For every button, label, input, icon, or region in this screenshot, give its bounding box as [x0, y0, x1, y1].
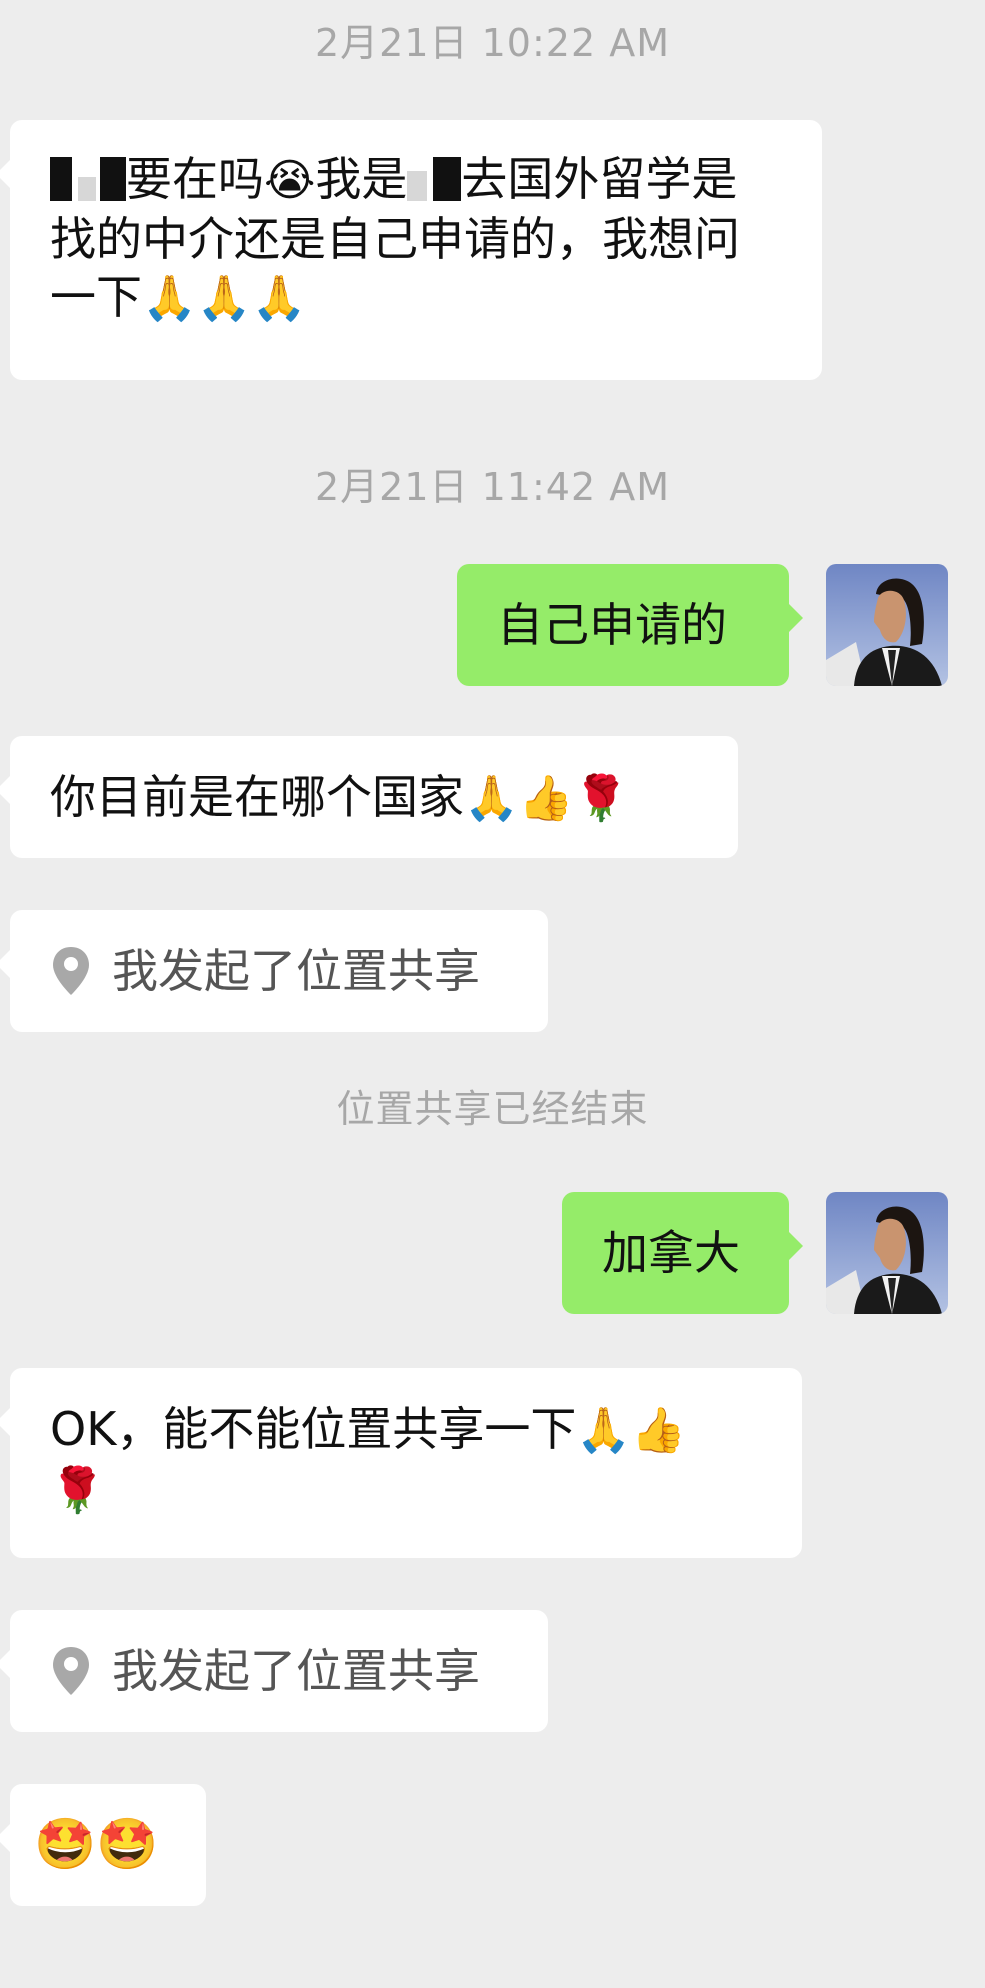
location-share-text: 我发起了位置共享: [112, 944, 480, 998]
avatar-image: [826, 564, 948, 686]
redacted-name: [78, 177, 96, 201]
message-text-segment: 要在吗: [126, 152, 264, 206]
message-bubble-incoming[interactable]: 要在吗😭我是 去国外留学是找的中介还是自己申请的，我想问一下🙏🙏🙏: [0, 120, 822, 380]
message-text: 自己申请的: [497, 598, 727, 652]
emoji: 😭: [264, 155, 316, 206]
message-bubble-outgoing[interactable]: 自己申请的: [457, 564, 803, 686]
timestamp: 2月21日 11:42 AM: [315, 465, 670, 509]
chat-thread[interactable]: 2月21日 10:22 AM 要在吗😭我是 去国外留学是找的中介还是自己申请的，我…: [0, 0, 985, 1988]
message-text-segment: 我是: [315, 152, 408, 206]
timestamp: 2月21日 10:22 AM: [315, 21, 670, 65]
message-bubble-incoming[interactable]: OK，能不能位置共享一下🙏👍 🌹: [0, 1368, 802, 1558]
message-text: 你目前是在哪个国家: [50, 770, 464, 824]
message-bubble-incoming[interactable]: 你目前是在哪个国家🙏👍🌹: [0, 736, 738, 858]
redacted-name: [100, 157, 126, 201]
redacted-name: [50, 157, 72, 201]
emoji: 🙏🙏🙏: [142, 273, 307, 324]
emoji: 🙏👍: [576, 1405, 686, 1456]
emoji: 🙏👍🌹: [464, 773, 629, 824]
emoji: 🌹: [50, 1465, 105, 1516]
message-text: 加拿大: [602, 1226, 740, 1280]
location-share-message[interactable]: 我发起了位置共享: [0, 1610, 548, 1732]
user-avatar[interactable]: [826, 564, 948, 686]
message-text: 要在吗😭我是 去国外留学是找的中介还是自己申请的，我想问一下🙏🙏🙏: [50, 150, 782, 328]
system-notice: 位置共享已经结束: [336, 1087, 649, 1131]
redacted-name: [407, 171, 428, 201]
emoji: 🤩🤩: [34, 1815, 159, 1873]
message-text-segment: OK，能不能位置共享一下: [50, 1402, 577, 1456]
redacted-name: [433, 157, 462, 201]
user-avatar[interactable]: [826, 1192, 948, 1314]
message-bubble-outgoing[interactable]: 加拿大: [562, 1192, 803, 1314]
location-share-text: 我发起了位置共享: [112, 1644, 480, 1698]
location-pin-icon: [53, 1647, 89, 1695]
message-bubble-incoming[interactable]: 🤩🤩: [0, 1784, 206, 1906]
location-share-message[interactable]: 我发起了位置共享: [0, 910, 548, 1032]
location-pin-icon: [53, 947, 89, 995]
message-text: OK，能不能位置共享一下🙏👍 🌹: [50, 1400, 762, 1520]
avatar-image: [826, 1192, 948, 1314]
